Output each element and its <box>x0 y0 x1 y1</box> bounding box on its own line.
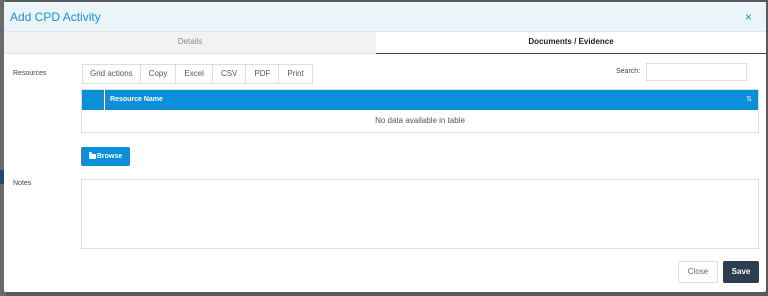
browse-label: Browse <box>96 153 123 160</box>
close-icon[interactable]: × <box>745 10 752 24</box>
table-header-row: Resource Name ⇅ <box>82 90 758 110</box>
csv-button[interactable]: CSV <box>212 65 247 83</box>
search-label: Search: <box>616 68 641 75</box>
copy-button[interactable]: Copy <box>140 65 177 83</box>
modal-header: Add CPD Activity × <box>4 2 766 32</box>
search-input[interactable] <box>646 63 747 81</box>
modal-title: Add CPD Activity <box>10 10 101 24</box>
column-header-resource-name[interactable]: Resource Name <box>110 96 163 103</box>
tab-documents-evidence[interactable]: Documents / Evidence <box>376 32 766 54</box>
excel-button[interactable]: Excel <box>176 65 213 83</box>
close-button[interactable]: Close <box>678 261 718 283</box>
notes-label: Notes <box>13 180 32 187</box>
add-cpd-activity-modal: Add CPD Activity × Details Documents / E… <box>4 2 766 292</box>
select-column-header[interactable] <box>82 90 105 110</box>
notes-textarea[interactable] <box>81 179 759 249</box>
grid-toolbar: Grid actions Copy Excel CSV PDF Print <box>82 64 313 84</box>
print-button[interactable]: Print <box>279 65 312 83</box>
tab-bar: Details Documents / Evidence <box>4 32 766 54</box>
empty-table-message: No data available in table <box>375 116 465 125</box>
folder-icon <box>88 152 96 159</box>
tab-details[interactable]: Details <box>4 32 376 54</box>
browse-button[interactable]: Browse <box>81 147 130 166</box>
resources-table: Resource Name ⇅ No data available in tab… <box>81 89 759 133</box>
sort-amount-icon[interactable]: ⇅ <box>746 95 752 103</box>
save-button[interactable]: Save <box>723 261 759 283</box>
grid-actions-button[interactable]: Grid actions <box>83 65 141 83</box>
pdf-button[interactable]: PDF <box>246 65 280 83</box>
resources-label: Resources <box>13 70 47 77</box>
